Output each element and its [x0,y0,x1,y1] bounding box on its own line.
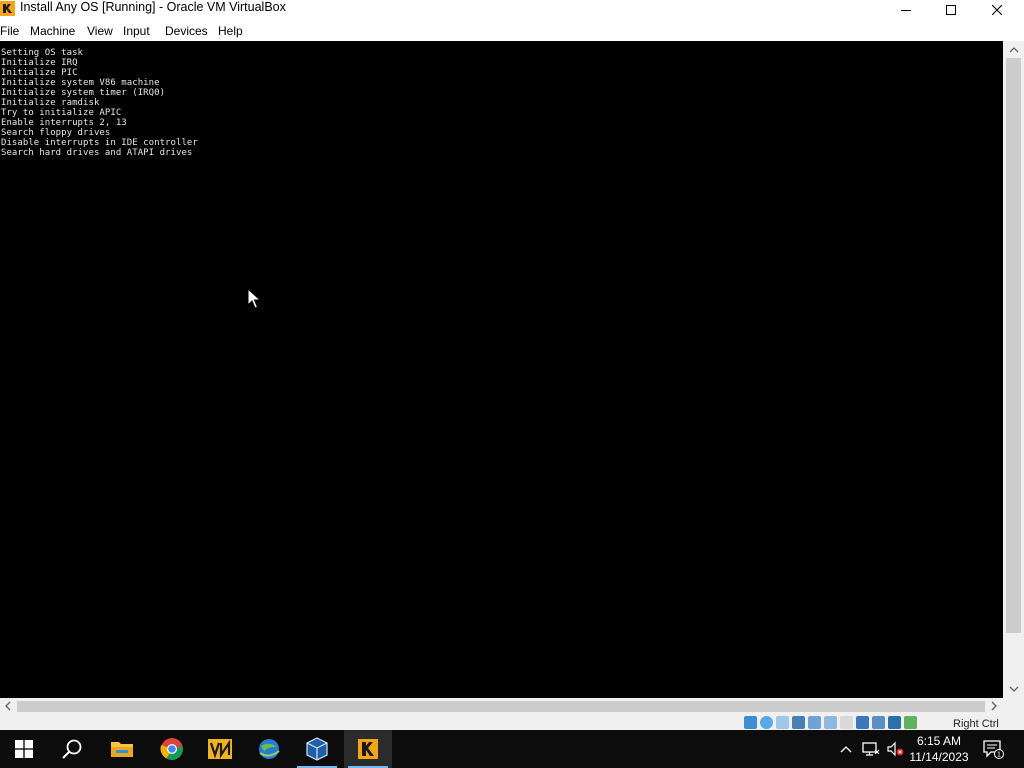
close-button[interactable] [974,0,1020,20]
console-line: Enable interrupts 2, 13 [1,118,127,128]
vpn-app-icon [208,739,232,759]
status-icons [744,716,917,729]
menu-input[interactable]: Input [123,24,150,38]
shared-folders-icon[interactable] [824,716,837,729]
network-tray-button[interactable] [860,730,882,768]
console-line: Search floppy drives [1,128,111,138]
download-manager-button[interactable] [245,730,293,768]
maximize-icon [946,5,956,15]
console-line: Initialize ramdisk [1,98,100,108]
chrome-icon [160,738,183,760]
volume-tray-button[interactable] [884,730,906,768]
clock[interactable]: 6:15 AM 11/14/2023 [905,733,973,765]
host-key-label: Right Ctrl [953,718,999,730]
console-line: Disable interrupts in IDE controller [1,138,198,148]
mouse-integration-icon[interactable] [888,716,901,729]
virtualbox-cube-icon [306,737,328,761]
menu-devices[interactable]: Devices [165,24,208,38]
horizontal-scroll-thumb[interactable] [17,701,985,712]
window-title: Install Any OS [Running] - Oracle VM Vir… [20,0,286,14]
console-line: Initialize system V86 machine [1,78,160,88]
vertical-scroll-thumb[interactable] [1006,58,1021,633]
console-output: Setting OS task Initialize IRQ Initializ… [1,48,198,158]
virtualbox-vm-button[interactable] [344,730,392,768]
display-icon[interactable] [840,716,853,729]
mouse-pointer-icon [247,288,261,309]
minimize-button[interactable] [883,0,929,20]
scrollbar-corner [1003,698,1024,715]
notification-count: 1 [997,752,1001,759]
network-icon [862,742,880,756]
usb-icon[interactable] [808,716,821,729]
scroll-left-icon[interactable] [3,701,13,711]
network-icon[interactable] [792,716,805,729]
minimize-icon [901,10,911,11]
console-line: Initialize system timer (IRQ0) [1,88,166,98]
vm-display[interactable]: Setting OS task Initialize IRQ Initializ… [0,41,1003,698]
vertical-scrollbar[interactable] [1003,41,1024,698]
vm-window-icon [358,739,378,759]
clock-date: 11/14/2023 [909,750,969,764]
virtualbox-app-icon [0,1,15,16]
start-button[interactable] [0,730,48,768]
console-line: Initialize PIC [1,68,78,78]
volume-muted-icon [887,741,904,757]
console-line: Initialize IRQ [1,58,78,68]
menu-help[interactable]: Help [218,24,243,38]
show-hidden-icons-button[interactable] [836,730,856,768]
scroll-right-icon[interactable] [989,701,999,711]
virtualbox-manager-button[interactable] [293,730,341,768]
host-key-icon[interactable] [904,716,917,729]
console-line: Setting OS task [1,48,84,58]
scroll-up-icon[interactable] [1009,45,1019,55]
notification-icon: 1 [983,740,1004,759]
hard-disk-icon[interactable] [744,716,757,729]
vpn-app-button[interactable] [196,730,244,768]
globe-download-icon [259,739,280,759]
title-bar[interactable]: Install Any OS [Running] - Oracle VM Vir… [0,0,1024,20]
menu-view[interactable]: View [87,24,113,38]
action-center-button[interactable]: 1 [978,730,1008,768]
menu-bar: File Machine View Input Devices Help [0,20,1024,41]
windows-logo-icon [15,740,33,758]
maximize-button[interactable] [928,0,974,20]
horizontal-scrollbar[interactable] [0,698,1003,715]
file-explorer-button[interactable] [98,730,146,768]
recording-icon[interactable] [856,716,869,729]
search-icon [62,739,82,759]
search-button[interactable] [48,730,96,768]
chrome-button[interactable] [148,730,196,768]
taskbar: 6:15 AM 11/14/2023 1 [0,730,1024,768]
optical-drive-icon[interactable] [760,716,773,729]
console-line: Try to initialize APIC [1,108,122,118]
clock-time: 6:15 AM [916,734,962,748]
menu-machine[interactable]: Machine [30,24,75,38]
capture-icon[interactable] [872,716,885,729]
scroll-down-icon[interactable] [1009,684,1019,694]
close-icon [992,5,1002,15]
audio-icon[interactable] [776,716,789,729]
folder-icon [111,742,133,757]
chevron-up-icon [840,746,852,753]
menu-file[interactable]: File [0,24,19,38]
status-bar: Right Ctrl [0,715,1024,730]
console-line: Search hard drives and ATAPI drives [1,148,193,158]
